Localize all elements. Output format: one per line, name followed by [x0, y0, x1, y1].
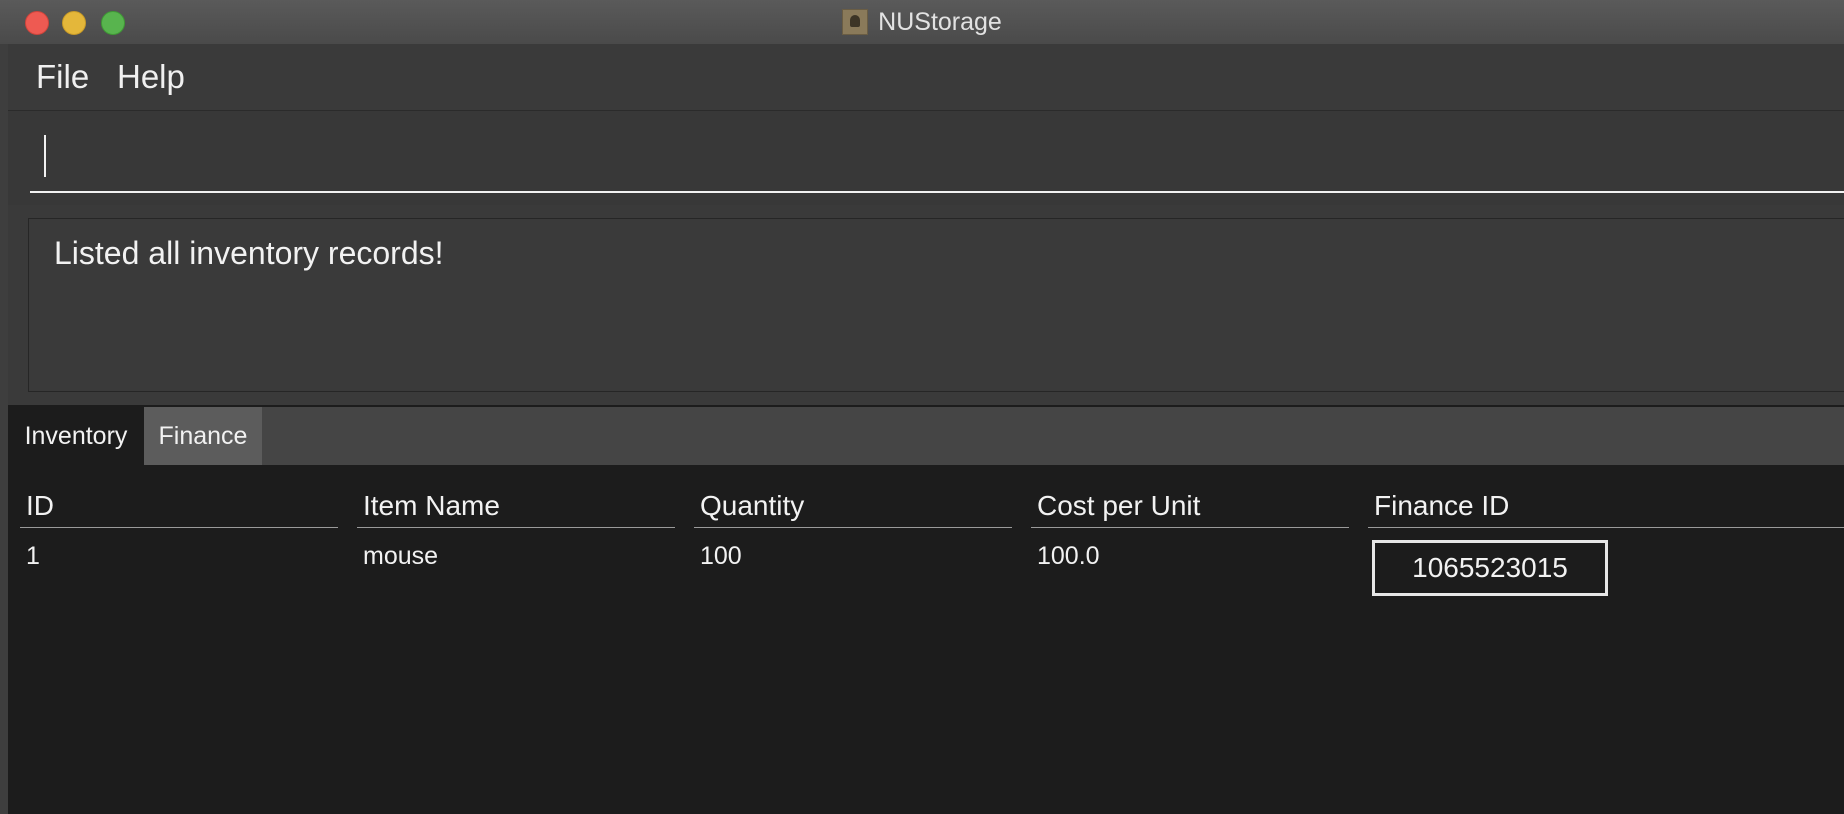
result-display: Listed all inventory records!: [28, 218, 1844, 392]
tab-bar: Inventory Finance: [8, 407, 1844, 465]
result-display-panel: Listed all inventory records!: [8, 205, 1844, 405]
finance-id-link-button[interactable]: 1065523015: [1372, 540, 1608, 596]
command-box: [8, 111, 1844, 205]
result-message: Listed all inventory records!: [54, 235, 444, 271]
command-input[interactable]: [30, 131, 1844, 193]
column-cost-per-unit: Cost per Unit 100.0: [1031, 485, 1349, 571]
menu-file[interactable]: File: [36, 58, 89, 96]
table-cell-quantity: 100: [700, 542, 742, 570]
column-header-finance-id[interactable]: Finance ID: [1368, 485, 1844, 528]
column-item-name: Item Name mouse: [357, 485, 675, 571]
table-cell-item-name: mouse: [363, 542, 439, 570]
table-cell-id: 1: [26, 542, 40, 570]
window-edge: [0, 44, 8, 814]
window-title: NUStorage: [0, 0, 1844, 44]
menu-bar: File Help: [8, 44, 1844, 111]
column-id: ID 1: [20, 485, 338, 571]
column-header-quantity[interactable]: Quantity: [694, 485, 1012, 528]
inventory-table: ID 1 Item Name mouse Quantity 100 Cost p…: [8, 465, 1844, 814]
column-quantity: Quantity 100: [694, 485, 1012, 571]
column-header-id[interactable]: ID: [20, 485, 338, 528]
app-icon: [842, 9, 869, 35]
menu-help[interactable]: Help: [117, 58, 185, 96]
column-finance-id: Finance ID 1065523015: [1368, 485, 1844, 596]
table-cell-cost-per-unit: 100.0: [1037, 542, 1100, 570]
window-title-text: NUStorage: [878, 7, 1002, 36]
title-bar: NUStorage: [0, 0, 1844, 45]
text-caret: [44, 135, 46, 177]
tab-finance[interactable]: Finance: [144, 407, 262, 465]
tab-inventory[interactable]: Inventory: [8, 407, 144, 465]
column-header-item-name[interactable]: Item Name: [357, 485, 675, 528]
column-header-cost-per-unit[interactable]: Cost per Unit: [1031, 485, 1349, 528]
